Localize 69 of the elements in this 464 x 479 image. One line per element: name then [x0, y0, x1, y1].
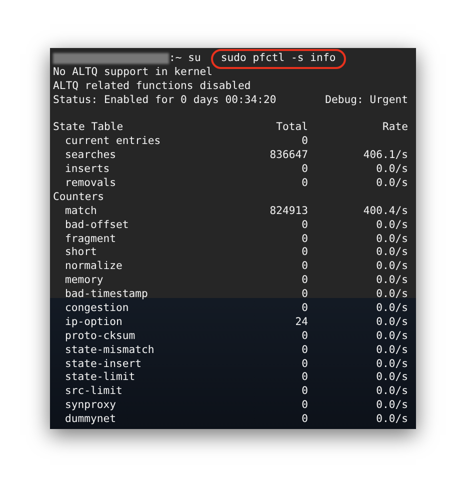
- counter-rate: 0.0/s: [376, 302, 408, 314]
- counter-name: src-limit: [65, 385, 122, 398]
- debug-text: Debug: Urgent: [325, 94, 408, 108]
- counter-total: 0: [302, 330, 308, 342]
- counter-rate: 406.1/s: [363, 149, 408, 162]
- counter-name: state-insert: [65, 358, 142, 370]
- counter-total: 836647: [270, 149, 308, 162]
- counter-rate: 400.4/s: [363, 204, 408, 217]
- counter-name: state-limit: [65, 371, 136, 384]
- status-text: Status: Enabled for 0 days 00:34:20: [53, 94, 276, 108]
- counter-total: 0: [302, 385, 308, 398]
- counter-total: 0: [302, 344, 308, 356]
- counter-total: 0: [302, 177, 308, 190]
- counter-total: 0: [302, 302, 308, 314]
- counter-name: short: [65, 246, 97, 258]
- counter-rate: 0.0/s: [376, 344, 408, 356]
- output-line: No ALTQ support in kernel: [53, 66, 212, 80]
- command-text: sudo pfctl -s info: [210, 49, 346, 69]
- counter-total: 0: [302, 371, 308, 384]
- counter-rate: 0.0/s: [376, 385, 408, 398]
- counter-total: 0: [302, 399, 308, 412]
- counter-rate: 0.0/s: [376, 399, 408, 412]
- counter-rate: 0.0/s: [376, 246, 408, 258]
- counter-name: state-mismatch: [65, 344, 154, 356]
- counter-name: normalize: [65, 260, 122, 272]
- column-header: Total: [276, 121, 308, 134]
- counter-rate: 0.0/s: [376, 330, 408, 342]
- counter-name: ip-option: [65, 316, 122, 328]
- counter-total: 0: [302, 260, 308, 272]
- section-title: Counters: [53, 190, 106, 205]
- counter-name: current entries: [65, 135, 161, 148]
- counter-name: searches: [65, 149, 116, 162]
- counter-total: 824913: [270, 204, 308, 217]
- counter-rate: 0.0/s: [376, 288, 408, 300]
- counter-name: bad-offset: [65, 218, 129, 231]
- counter-total: 0: [302, 274, 308, 286]
- counter-rate: 0.0/s: [376, 260, 408, 272]
- counter-rate: 0.0/s: [376, 371, 408, 384]
- counter-name: removals: [65, 177, 116, 190]
- column-header: Rate: [382, 121, 408, 134]
- counter-rate: 0.0/s: [376, 358, 408, 370]
- counter-rate: 0.0/s: [376, 163, 408, 176]
- counter-rate: 0.0/s: [376, 232, 408, 245]
- section-title: State Table: [53, 121, 124, 136]
- counter-rate: 0.0/s: [376, 413, 408, 426]
- counter-name: match: [65, 204, 97, 217]
- counter-total: 0: [302, 135, 308, 148]
- counter-name: bad-timestamp: [65, 288, 148, 300]
- counter-name: fragment: [65, 232, 116, 245]
- counter-rate: 0.0/s: [376, 177, 408, 190]
- counter-name: dummynet: [65, 413, 116, 426]
- counter-name: inserts: [65, 163, 110, 176]
- counter-total: 0: [302, 218, 308, 231]
- prompt-text: :~ su: [169, 52, 201, 66]
- counter-name: congestion: [65, 302, 129, 314]
- counter-total: 24: [295, 316, 308, 328]
- counter-name: memory: [65, 274, 104, 286]
- output-line: ALTQ related functions disabled: [53, 80, 251, 94]
- counter-total: 0: [302, 232, 308, 245]
- counter-rate: 0.0/s: [376, 218, 408, 231]
- counter-total: 0: [302, 358, 308, 370]
- counter-rate: 0.0/s: [376, 316, 408, 328]
- counter-name: proto-cksum: [65, 330, 136, 342]
- counter-total: 0: [302, 288, 308, 300]
- counter-total: 0: [302, 413, 308, 426]
- counter-rate: 0.0/s: [376, 274, 408, 286]
- counter-total: 0: [302, 246, 308, 258]
- counter-total: 0: [302, 163, 308, 176]
- counter-name: synproxy: [65, 399, 116, 412]
